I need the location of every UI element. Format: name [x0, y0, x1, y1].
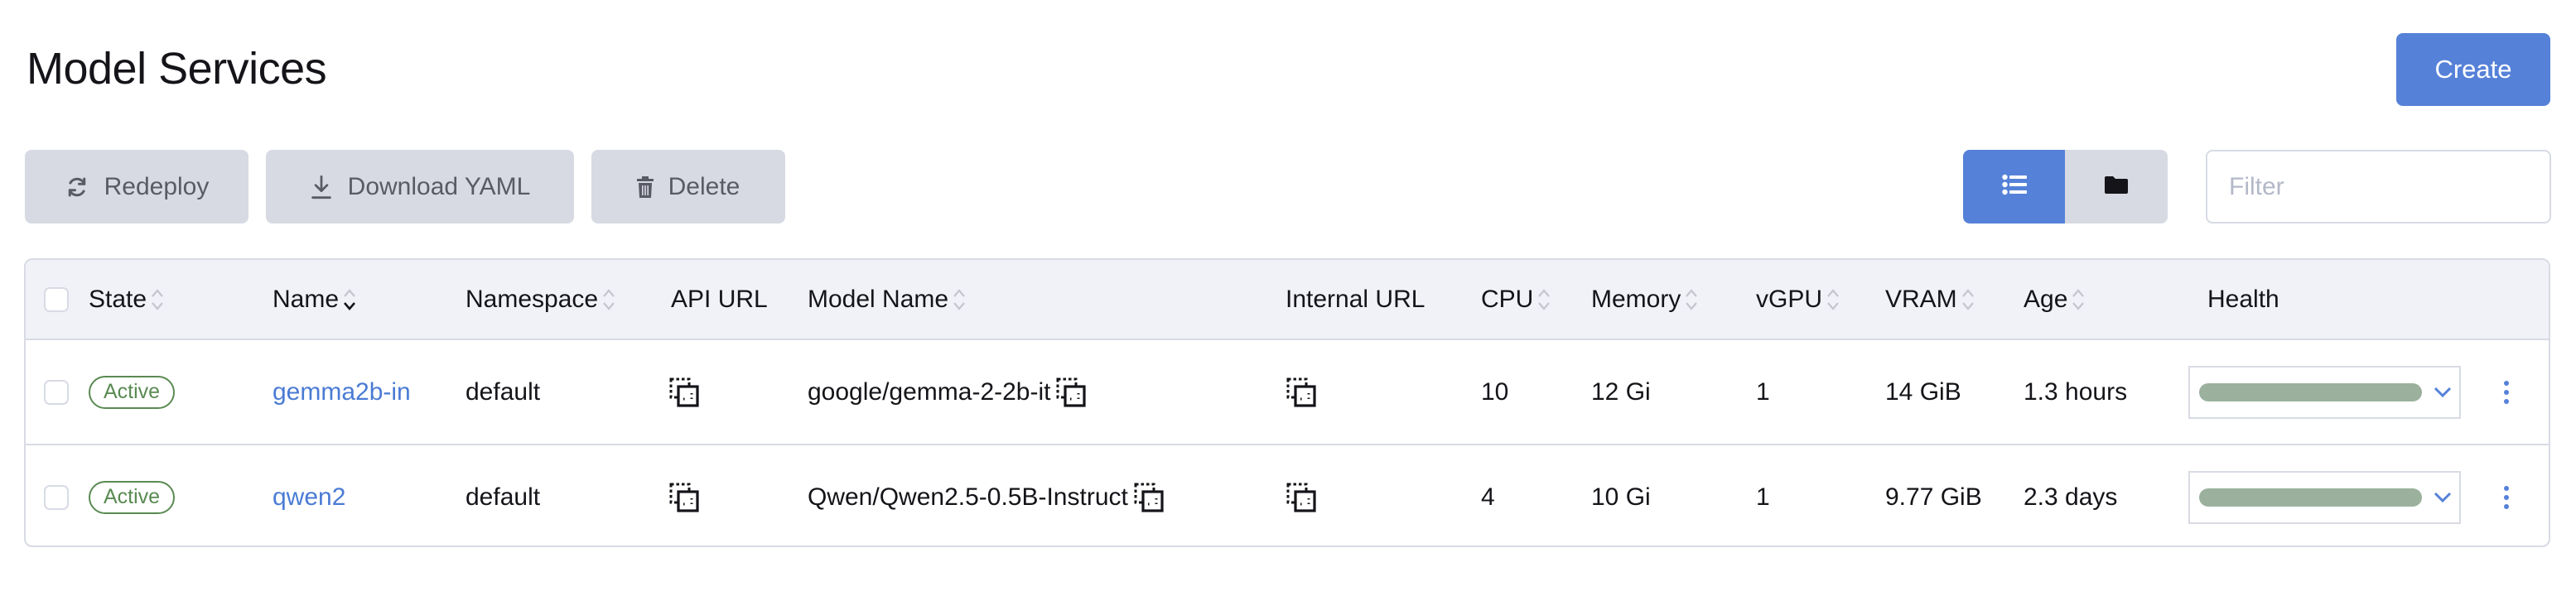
- chevron-down-icon: [2434, 492, 2452, 503]
- row-checkbox[interactable]: [44, 484, 69, 510]
- cpu-value: 4: [1481, 483, 1495, 511]
- column-header-api-url: API URL: [671, 285, 768, 313]
- memory-value: 12 Gi: [1591, 377, 1651, 406]
- table-row: Active qwen2 default Qwen/Qwen2.5-0.5B-I…: [26, 445, 2549, 546]
- vgpu-value: 1: [1756, 377, 1770, 406]
- copy-model-name-icon[interactable]: [1133, 482, 1165, 513]
- health-bar: [2199, 488, 2422, 507]
- select-all-checkbox[interactable]: [44, 286, 69, 312]
- redeploy-label: Redeploy: [104, 172, 210, 200]
- age-value: 1.3 hours: [2024, 377, 2128, 406]
- row-actions-menu-icon[interactable]: [2502, 380, 2511, 404]
- sort-icon: [1961, 288, 1974, 310]
- internal-url-copy-button[interactable]: [1286, 482, 1317, 513]
- model-name-value: google/gemma-2-2b-it: [808, 377, 1051, 406]
- download-yaml-label: Download YAML: [347, 172, 531, 200]
- delete-button[interactable]: Delete: [591, 150, 785, 223]
- copy-model-name-icon[interactable]: [1055, 377, 1087, 408]
- model-services-table: State Name Namespace API URL Model Name …: [24, 258, 2550, 547]
- download-yaml-button[interactable]: Download YAML: [266, 150, 574, 223]
- sort-icon: [1827, 288, 1839, 310]
- refresh-icon: [65, 175, 89, 199]
- column-header-state[interactable]: State: [89, 286, 165, 314]
- table-header: State Name Namespace API URL Model Name …: [26, 260, 2549, 340]
- delete-label: Delete: [668, 172, 740, 200]
- copy-icon: [1286, 482, 1317, 513]
- model-name-value: Qwen/Qwen2.5-0.5B-Instruct: [808, 483, 1128, 511]
- column-header-health: Health: [2207, 285, 2279, 313]
- page-title: Model Services: [27, 44, 327, 94]
- view-toggle: [1963, 150, 2168, 223]
- health-bar: [2199, 382, 2422, 401]
- sort-icon: [2072, 288, 2085, 310]
- status-badge: Active: [89, 375, 176, 409]
- namespace-value: default: [466, 377, 541, 406]
- copy-icon: [668, 482, 700, 513]
- vgpu-value: 1: [1756, 483, 1770, 511]
- internal-url-copy-button[interactable]: [1286, 377, 1317, 408]
- column-header-age[interactable]: Age: [2024, 286, 2086, 314]
- folder-icon: [2105, 175, 2128, 198]
- service-name-link[interactable]: qwen2: [273, 483, 345, 512]
- redeploy-button[interactable]: Redeploy: [25, 150, 248, 223]
- column-header-cpu[interactable]: CPU: [1481, 286, 1551, 314]
- folder-view-button[interactable]: [2065, 150, 2168, 223]
- service-name-link[interactable]: gemma2b-in: [273, 378, 411, 406]
- column-header-memory[interactable]: Memory: [1591, 286, 1699, 314]
- chevron-down-icon: [2434, 387, 2452, 398]
- copy-icon: [668, 377, 700, 408]
- download-icon: [310, 175, 333, 199]
- cpu-value: 10: [1481, 377, 1509, 406]
- sort-icon: [603, 288, 615, 310]
- sort-icon: [1686, 288, 1698, 310]
- health-dropdown[interactable]: [2188, 365, 2461, 419]
- list-icon: [2001, 174, 2027, 199]
- status-badge: Active: [89, 480, 176, 514]
- list-view-button[interactable]: [1963, 150, 2065, 223]
- copy-icon: [1286, 377, 1317, 408]
- vram-value: 14 GiB: [1885, 377, 1961, 406]
- vram-value: 9.77 GiB: [1885, 483, 1982, 511]
- create-button[interactable]: Create: [2396, 33, 2550, 106]
- api-url-copy-button[interactable]: [668, 377, 700, 408]
- namespace-value: default: [466, 483, 541, 511]
- table-row: Active gemma2b-in default google/gemma-2…: [26, 340, 2549, 445]
- health-dropdown[interactable]: [2188, 470, 2461, 524]
- filter-input[interactable]: [2206, 150, 2551, 223]
- column-header-name[interactable]: Name: [273, 286, 357, 314]
- create-button-label: Create: [2434, 55, 2512, 84]
- column-header-namespace[interactable]: Namespace: [466, 286, 616, 314]
- column-header-model-name[interactable]: Model Name: [808, 286, 967, 314]
- row-actions-menu-icon[interactable]: [2502, 485, 2511, 509]
- trash-icon: [636, 175, 654, 198]
- memory-value: 10 Gi: [1591, 483, 1651, 511]
- column-header-internal-url: Internal URL: [1286, 285, 1425, 313]
- sort-icon: [1538, 288, 1551, 310]
- column-header-vram[interactable]: VRAM: [1885, 286, 1975, 314]
- sort-icon: [152, 288, 163, 310]
- sort-icon: [953, 288, 965, 310]
- column-header-vgpu[interactable]: vGPU: [1756, 286, 1840, 314]
- row-checkbox[interactable]: [44, 379, 69, 405]
- api-url-copy-button[interactable]: [668, 482, 700, 513]
- age-value: 2.3 days: [2024, 483, 2118, 511]
- sort-descending-icon: [344, 288, 356, 310]
